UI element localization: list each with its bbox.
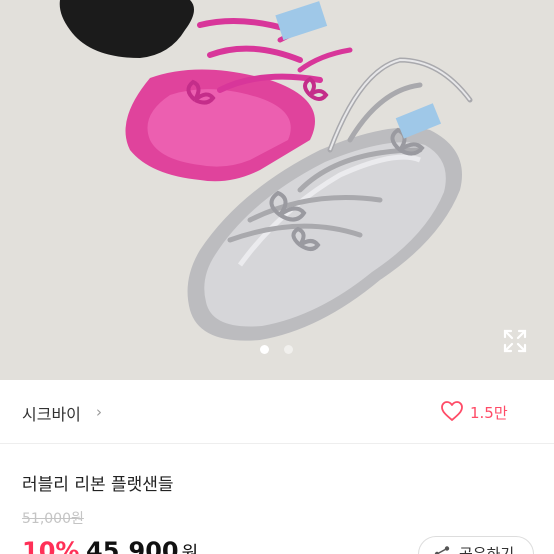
like-button[interactable]: 1.5만	[440, 398, 540, 426]
share-icon	[433, 545, 451, 554]
sale-price-value: 45,900	[86, 537, 179, 554]
seller-name-link[interactable]: 시크바이	[22, 401, 81, 425]
sale-price: 45,900 원	[86, 537, 198, 554]
heart-outline-icon	[440, 400, 464, 422]
product-detail-page: 시크바이 › 1.5만 러블리 리본 플랫샌들 51,000원 10% 45,9…	[0, 0, 554, 554]
expand-icon[interactable]	[502, 328, 528, 354]
seller-row: 시크바이 › 1.5만	[0, 380, 554, 444]
original-price: 51,000원	[22, 511, 84, 527]
like-count: 1.5만	[470, 404, 508, 422]
share-button[interactable]: 공유하기	[418, 536, 534, 554]
product-photo	[0, 0, 554, 380]
carousel-pagination	[258, 345, 298, 355]
discount-rate: 10%	[22, 537, 80, 554]
carousel-dot-active[interactable]	[260, 345, 269, 354]
share-label: 공유하기	[459, 545, 515, 554]
product-title: 러블리 리본 플랫샌들	[22, 475, 174, 495]
sale-price-unit: 원	[181, 543, 199, 554]
chevron-right-icon[interactable]: ›	[96, 403, 102, 421]
carousel-dot[interactable]	[284, 345, 293, 354]
product-image-carousel[interactable]	[0, 0, 554, 380]
